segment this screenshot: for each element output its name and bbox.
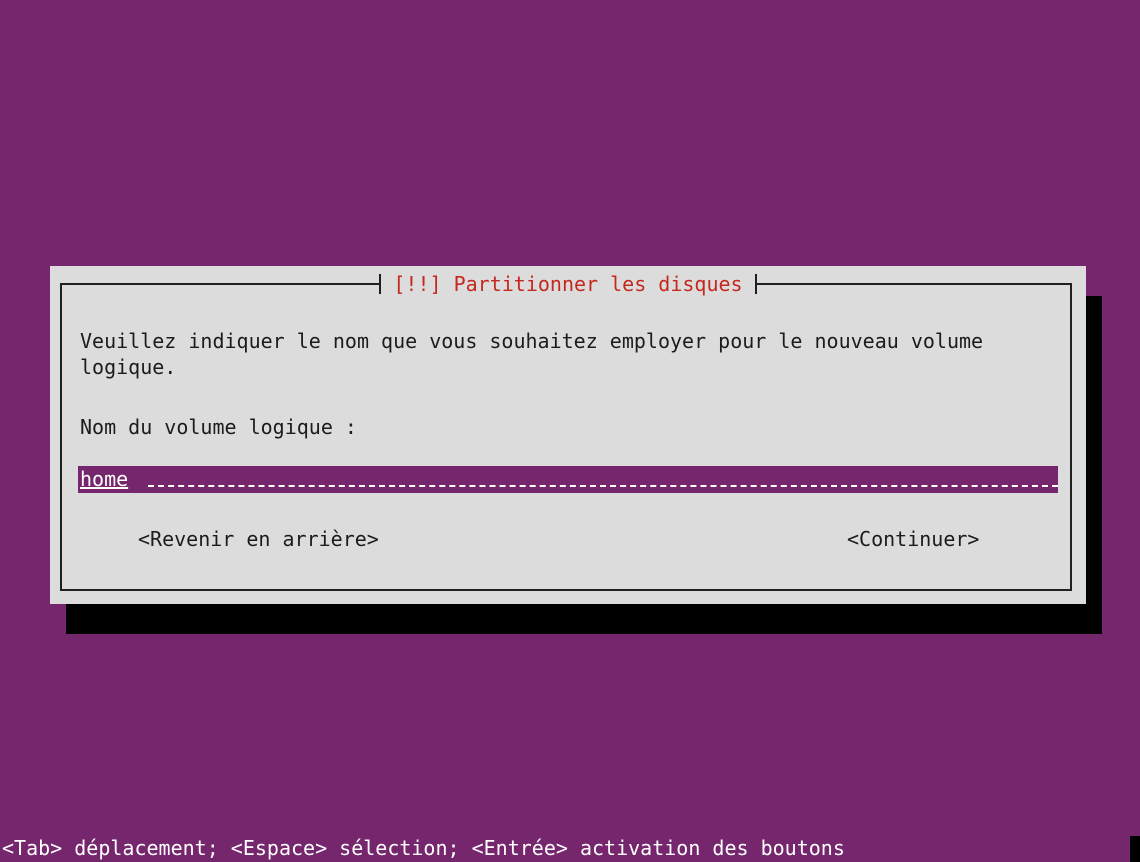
dialog-title-box: [!!] Partitionner les disques [379, 270, 757, 298]
input-fill-underline [148, 484, 1058, 487]
installer-screen: [!!] Partitionner les disques Veuillez i… [0, 0, 1140, 862]
volume-name-input[interactable]: home [78, 466, 1058, 493]
dialog-title: [!!] Partitionner les disques [393, 272, 743, 296]
dialog-title-wrap: [!!] Partitionner les disques [50, 270, 1086, 298]
partition-dialog: [!!] Partitionner les disques Veuillez i… [50, 266, 1086, 604]
keyboard-help-bar: <Tab> déplacement; <Espace> sélection; <… [2, 836, 845, 860]
continue-button[interactable]: <Continuer> [847, 526, 979, 552]
terminal-cursor [1130, 836, 1140, 862]
back-button[interactable]: <Revenir en arrière> [138, 526, 379, 552]
volume-name-label: Nom du volume logique : [80, 415, 357, 439]
dialog-prompt: Veuillez indiquer le nom que vous souhai… [80, 329, 996, 379]
volume-name-value: home [80, 467, 129, 491]
